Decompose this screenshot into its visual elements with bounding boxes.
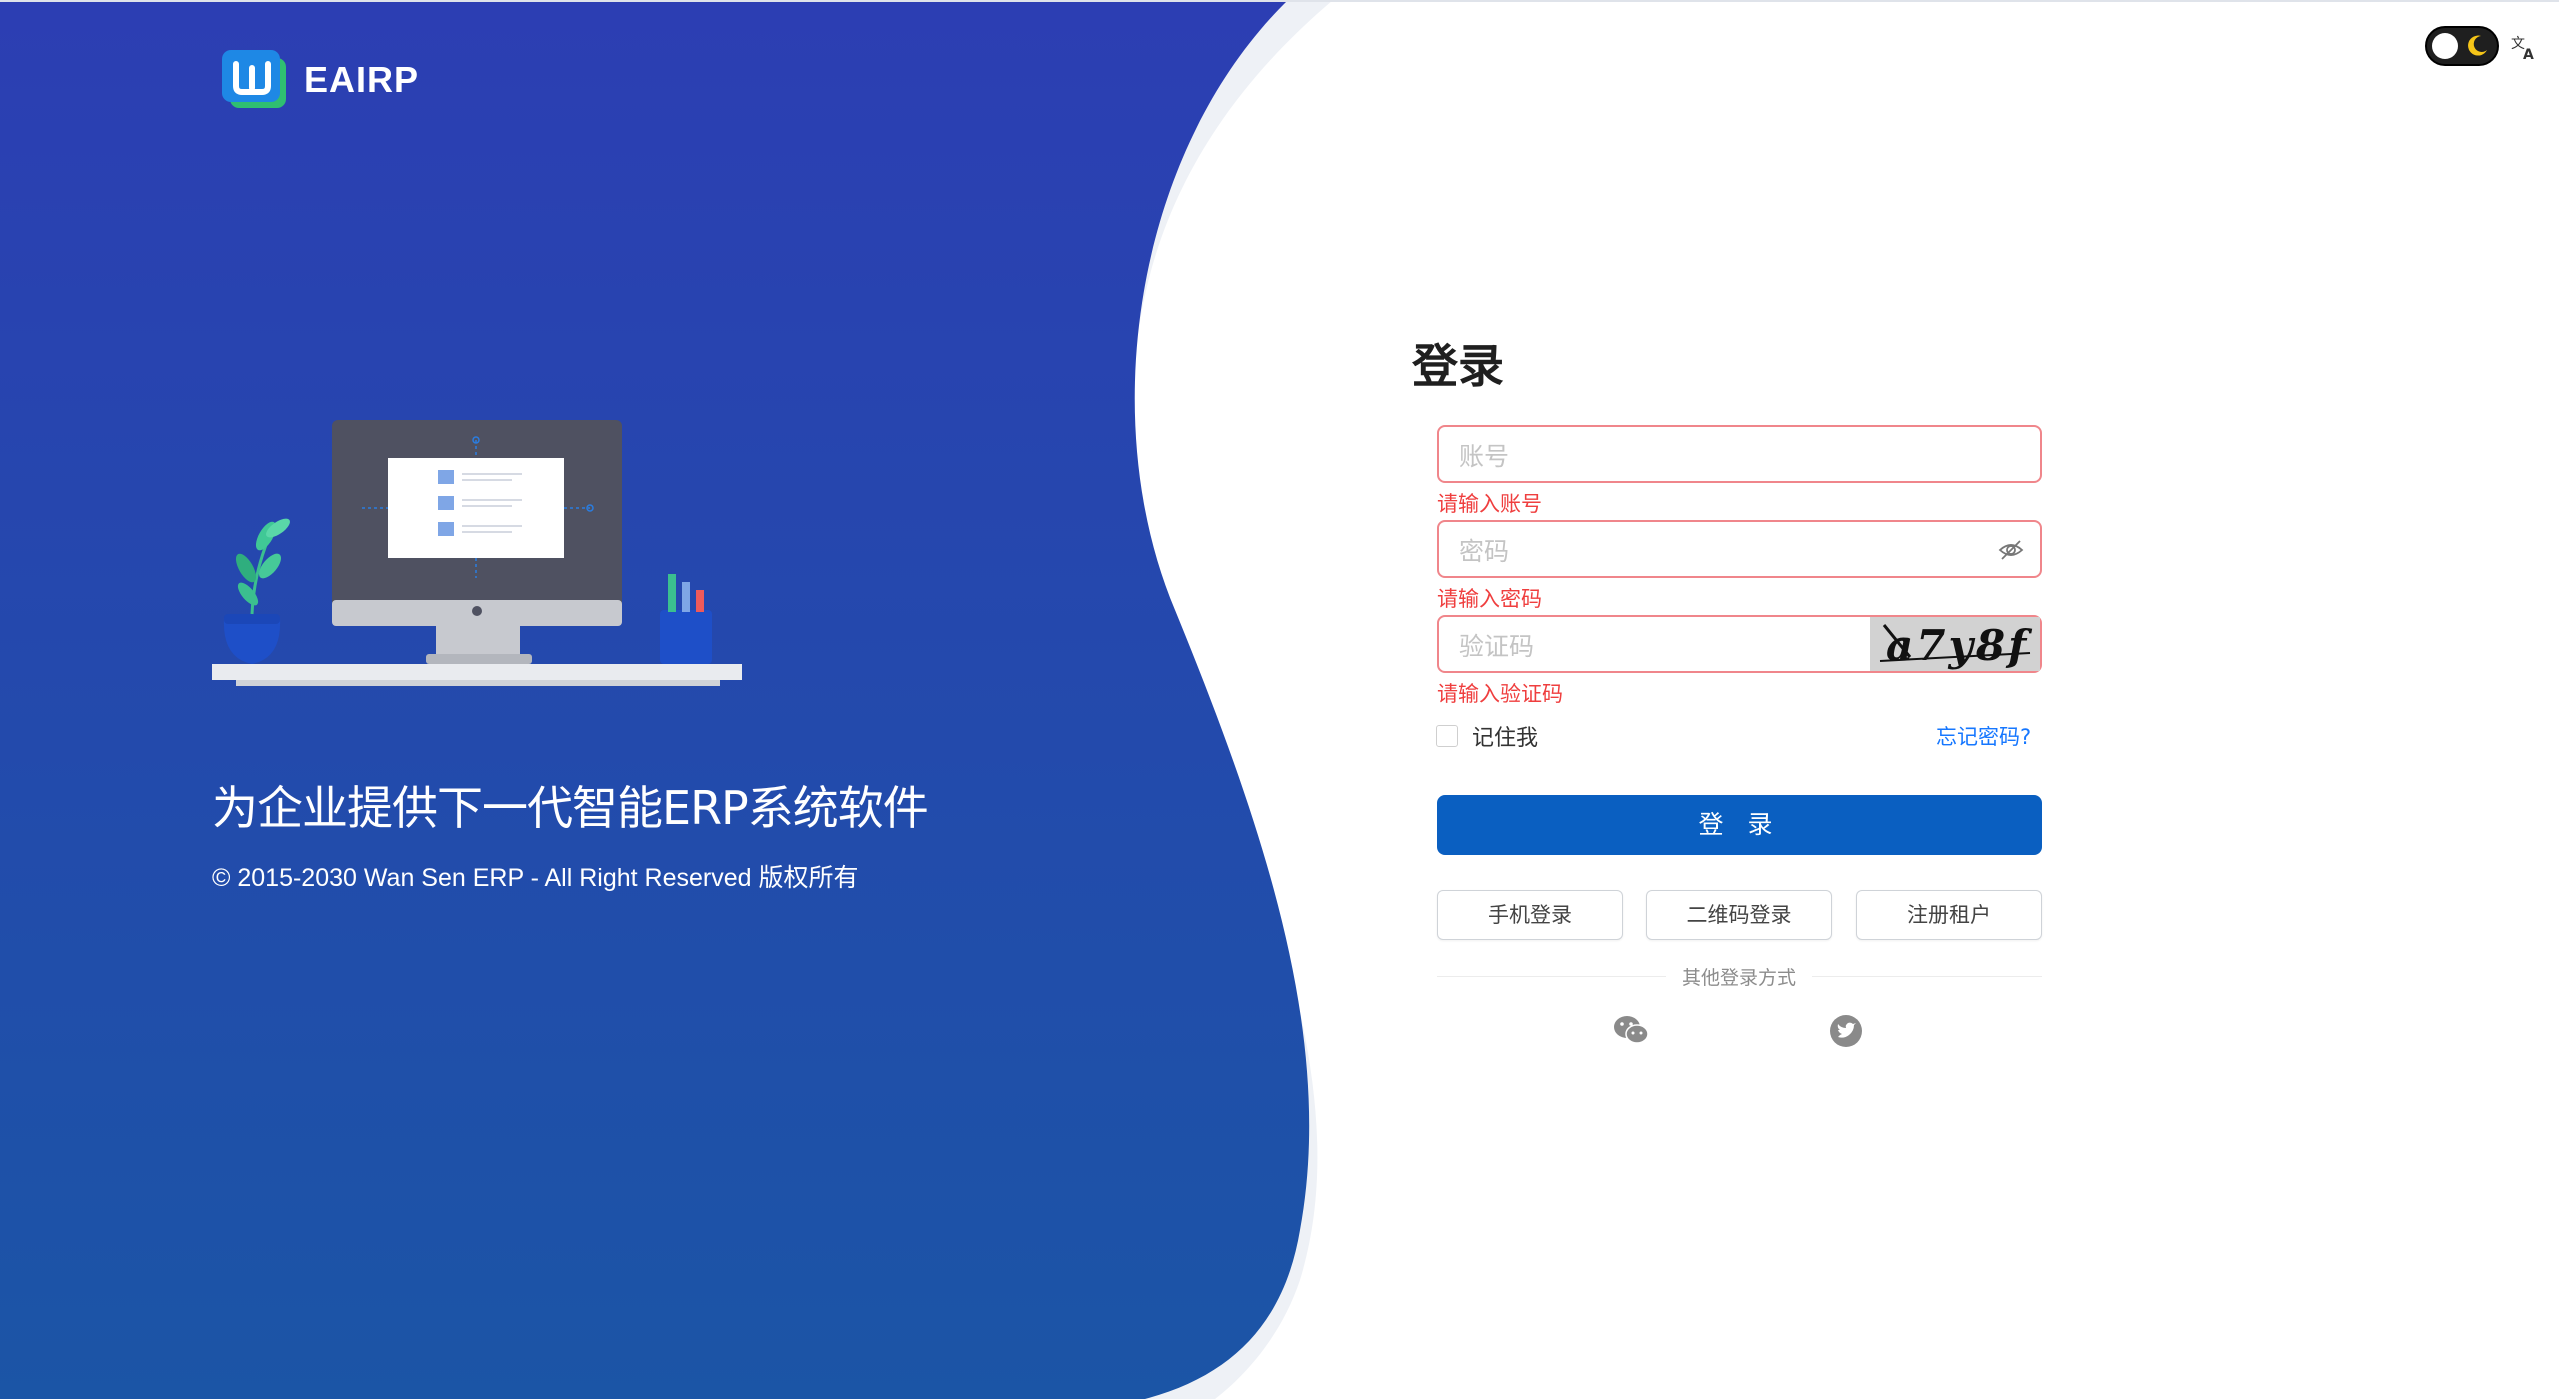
hero-slogan: 为企业提供下一代智能ERP系统软件 (212, 781, 929, 835)
theme-toggle[interactable] (2425, 26, 2499, 66)
other-methods-label: 其他登录方式 (1666, 963, 1812, 990)
svg-text:A: A (2523, 47, 2534, 62)
login-title: 登录 (1412, 339, 1504, 393)
brand-logo-icon (222, 50, 288, 110)
remember-label: 记住我 (1472, 726, 1539, 751)
remember-me[interactable]: 记住我 (1436, 720, 1538, 752)
brand: EAIRP (222, 50, 419, 110)
captcha-image[interactable]: a7y8f (1870, 617, 2040, 671)
username-field (1437, 425, 2042, 483)
translate-icon[interactable]: 文 A (2510, 32, 2540, 62)
moon-icon (2468, 35, 2487, 56)
twitter-icon[interactable] (1829, 1014, 1863, 1048)
password-error: 请输入密码 (1437, 587, 1542, 611)
desk-computer-illustration (212, 420, 742, 686)
login-button[interactable]: 登 录 (1437, 795, 2042, 855)
password-field (1437, 520, 2042, 578)
password-input[interactable] (1457, 532, 1981, 570)
qrcode-login-button[interactable]: 二维码登录 (1646, 890, 1832, 940)
hero-copyright: © 2015-2030 Wan Sen ERP - All Right Rese… (212, 864, 859, 892)
captcha-error: 请输入验证码 (1437, 682, 1563, 706)
username-input[interactable] (1457, 437, 1981, 475)
captcha-field: a7y8f (1437, 615, 2042, 673)
register-tenant-button[interactable]: 注册租户 (1856, 890, 2042, 940)
forgot-password-link[interactable]: 忘记密码? (1936, 721, 2031, 751)
username-error: 请输入账号 (1437, 492, 1542, 516)
wechat-icon[interactable] (1613, 1014, 1649, 1046)
toggle-knob (2432, 33, 2458, 59)
eye-off-icon[interactable] (1998, 539, 2024, 561)
remember-checkbox[interactable] (1436, 725, 1458, 747)
top-border (0, 0, 2559, 2)
brand-name: EAIRP (304, 59, 420, 100)
hero-background (0, 0, 1333, 1399)
phone-login-button[interactable]: 手机登录 (1437, 890, 1623, 940)
